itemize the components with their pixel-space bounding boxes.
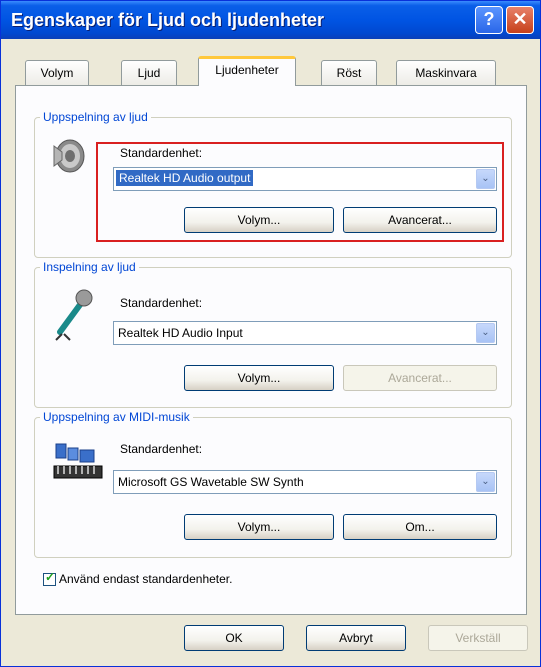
midi-device-select[interactable]: Microsoft GS Wavetable SW Synth ⌄ [113, 470, 497, 494]
tab-ljud[interactable]: Ljud [121, 60, 177, 86]
tab-panel-ljudenheter: Uppspelning av ljud Standardenhet: Realt… [15, 85, 527, 615]
playback-advanced-button[interactable]: Avancerat... [343, 207, 497, 233]
recording-group-label: Inspelning av ljud [43, 260, 136, 274]
midi-keyboard-icon [52, 442, 104, 485]
playback-device-label: Standardenhet: [120, 146, 203, 160]
microphone-icon [52, 288, 96, 345]
check-mark-icon: ✓ [45, 570, 56, 584]
help-button[interactable]: ? [475, 6, 503, 34]
tab-maskinvara[interactable]: Maskinvara [396, 60, 496, 86]
playback-device-select[interactable]: Realtek HD Audio output ⌄ [113, 167, 497, 191]
use-default-only-label[interactable]: Använd endast standardenheter. [59, 572, 232, 586]
ok-button[interactable]: OK [184, 625, 284, 651]
midi-device-label: Standardenhet: [120, 442, 203, 456]
midi-device-value: Microsoft GS Wavetable SW Synth [118, 475, 304, 489]
title-bar[interactable]: Egenskaper för Ljud och ljudenheter ? ✕ [1, 1, 540, 39]
playback-group-label: Uppspelning av ljud [43, 110, 148, 124]
cancel-button[interactable]: Avbryt [306, 625, 406, 651]
chevron-down-icon[interactable]: ⌄ [476, 169, 495, 189]
recording-device-value: Realtek HD Audio Input [118, 326, 243, 340]
playback-volume-button[interactable]: Volym... [184, 207, 334, 233]
midi-group-label: Uppspelning av MIDI-musik [43, 410, 190, 424]
close-button[interactable]: ✕ [506, 6, 534, 34]
chevron-down-icon[interactable]: ⌄ [476, 323, 495, 343]
use-default-only-checkbox[interactable]: ✓ [43, 570, 56, 586]
tab-volym[interactable]: Volym [25, 60, 89, 86]
sound-properties-dialog: Egenskaper för Ljud och ljudenheter ? ✕ … [0, 0, 541, 667]
tab-rost[interactable]: Röst [321, 60, 377, 86]
midi-about-button[interactable]: Om... [343, 514, 497, 540]
tab-ljudenheter[interactable]: Ljudenheter [198, 56, 296, 86]
recording-advanced-button[interactable]: Avancerat... [343, 365, 497, 391]
apply-button[interactable]: Verkställ [428, 625, 528, 651]
recording-volume-button[interactable]: Volym... [184, 365, 334, 391]
midi-volume-button[interactable]: Volym... [184, 514, 334, 540]
chevron-down-icon[interactable]: ⌄ [476, 472, 495, 492]
window-title: Egenskaper för Ljud och ljudenheter [11, 10, 325, 30]
speaker-icon [48, 136, 90, 179]
close-icon: ✕ [512, 9, 528, 29]
help-icon: ? [483, 9, 495, 29]
playback-device-value: Realtek HD Audio output [116, 170, 254, 186]
recording-device-select[interactable]: Realtek HD Audio Input ⌄ [113, 321, 497, 345]
recording-device-label: Standardenhet: [120, 296, 203, 310]
